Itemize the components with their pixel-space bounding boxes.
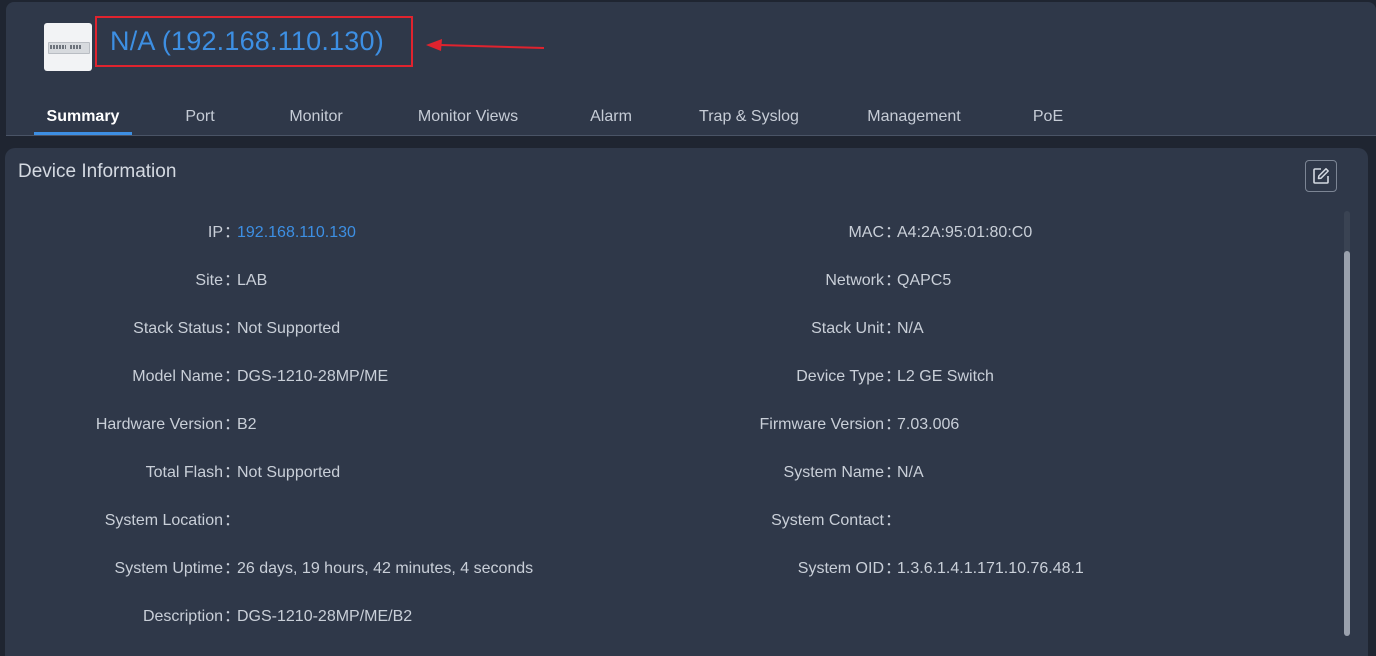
info-label: Firmware Version — [759, 416, 884, 433]
info-value: N/A — [897, 464, 924, 481]
info-label: System Contact — [771, 512, 884, 529]
info-row: MAC： A4:2A:95:01:80:C0 — [5, 222, 1335, 244]
info-label: System Name — [783, 464, 884, 481]
switch-device-icon — [44, 23, 92, 71]
info-label: MAC — [848, 224, 884, 241]
info-row: Device Type： L2 GE Switch — [5, 366, 1335, 388]
device-title: N/A (192.168.110.130) — [110, 26, 384, 56]
edit-button[interactable] — [1305, 160, 1337, 192]
info-row: System Name： N/A — [5, 462, 1335, 484]
info-row: Firmware Version： 7.03.006 — [5, 414, 1335, 436]
info-label: Stack Unit — [811, 320, 884, 337]
info-value: 1.3.6.1.4.1.171.10.76.48.1 — [897, 560, 1084, 577]
info-label: Network — [825, 272, 884, 289]
info-row: System OID： 1.3.6.1.4.1.171.10.76.48.1 — [5, 558, 1335, 580]
red-arrow-icon — [426, 39, 545, 51]
tab-alarm[interactable]: Alarm — [586, 102, 636, 135]
info-value: A4:2A:95:01:80:C0 — [897, 224, 1033, 241]
tab-summary[interactable]: Summary — [34, 102, 132, 135]
tab-poe[interactable]: PoE — [1028, 102, 1068, 135]
panel-title: Device Information — [18, 161, 177, 182]
info-value: L2 GE Switch — [897, 368, 994, 385]
tab-monitor[interactable]: Monitor — [284, 102, 348, 135]
info-colon: ： — [885, 512, 902, 529]
tab-monitor-views[interactable]: Monitor Views — [410, 102, 526, 135]
scrollbar[interactable] — [1344, 211, 1350, 636]
scrollbar-thumb[interactable] — [1344, 251, 1350, 636]
info-value: 7.03.006 — [897, 416, 960, 433]
info-value: QAPC5 — [897, 272, 952, 289]
info-row: Stack Unit： N/A — [5, 318, 1335, 340]
info-row: System Contact： — [5, 510, 1335, 532]
tab-port[interactable]: Port — [180, 102, 220, 135]
info-label: Description — [142, 608, 223, 625]
info-value: N/A — [897, 320, 924, 337]
tab-management[interactable]: Management — [862, 102, 966, 135]
info-row: Network： QAPC5 — [5, 270, 1335, 292]
info-label: Device Type — [796, 368, 884, 385]
device-information-panel: Device Information IP： 192.168.110.130 Sit… — [5, 148, 1368, 656]
info-label: System OID — [797, 560, 884, 577]
device-header: N/A (192.168.110.130) Summary Port Monit… — [6, 2, 1376, 136]
edit-icon — [1313, 168, 1329, 184]
info-row: Description： DGS-1210-28MP/ME/B2 — [5, 606, 1335, 628]
tab-trap-syslog[interactable]: Trap & Syslog — [696, 102, 802, 135]
info-value: DGS-1210-28MP/ME/B2 — [237, 608, 413, 625]
